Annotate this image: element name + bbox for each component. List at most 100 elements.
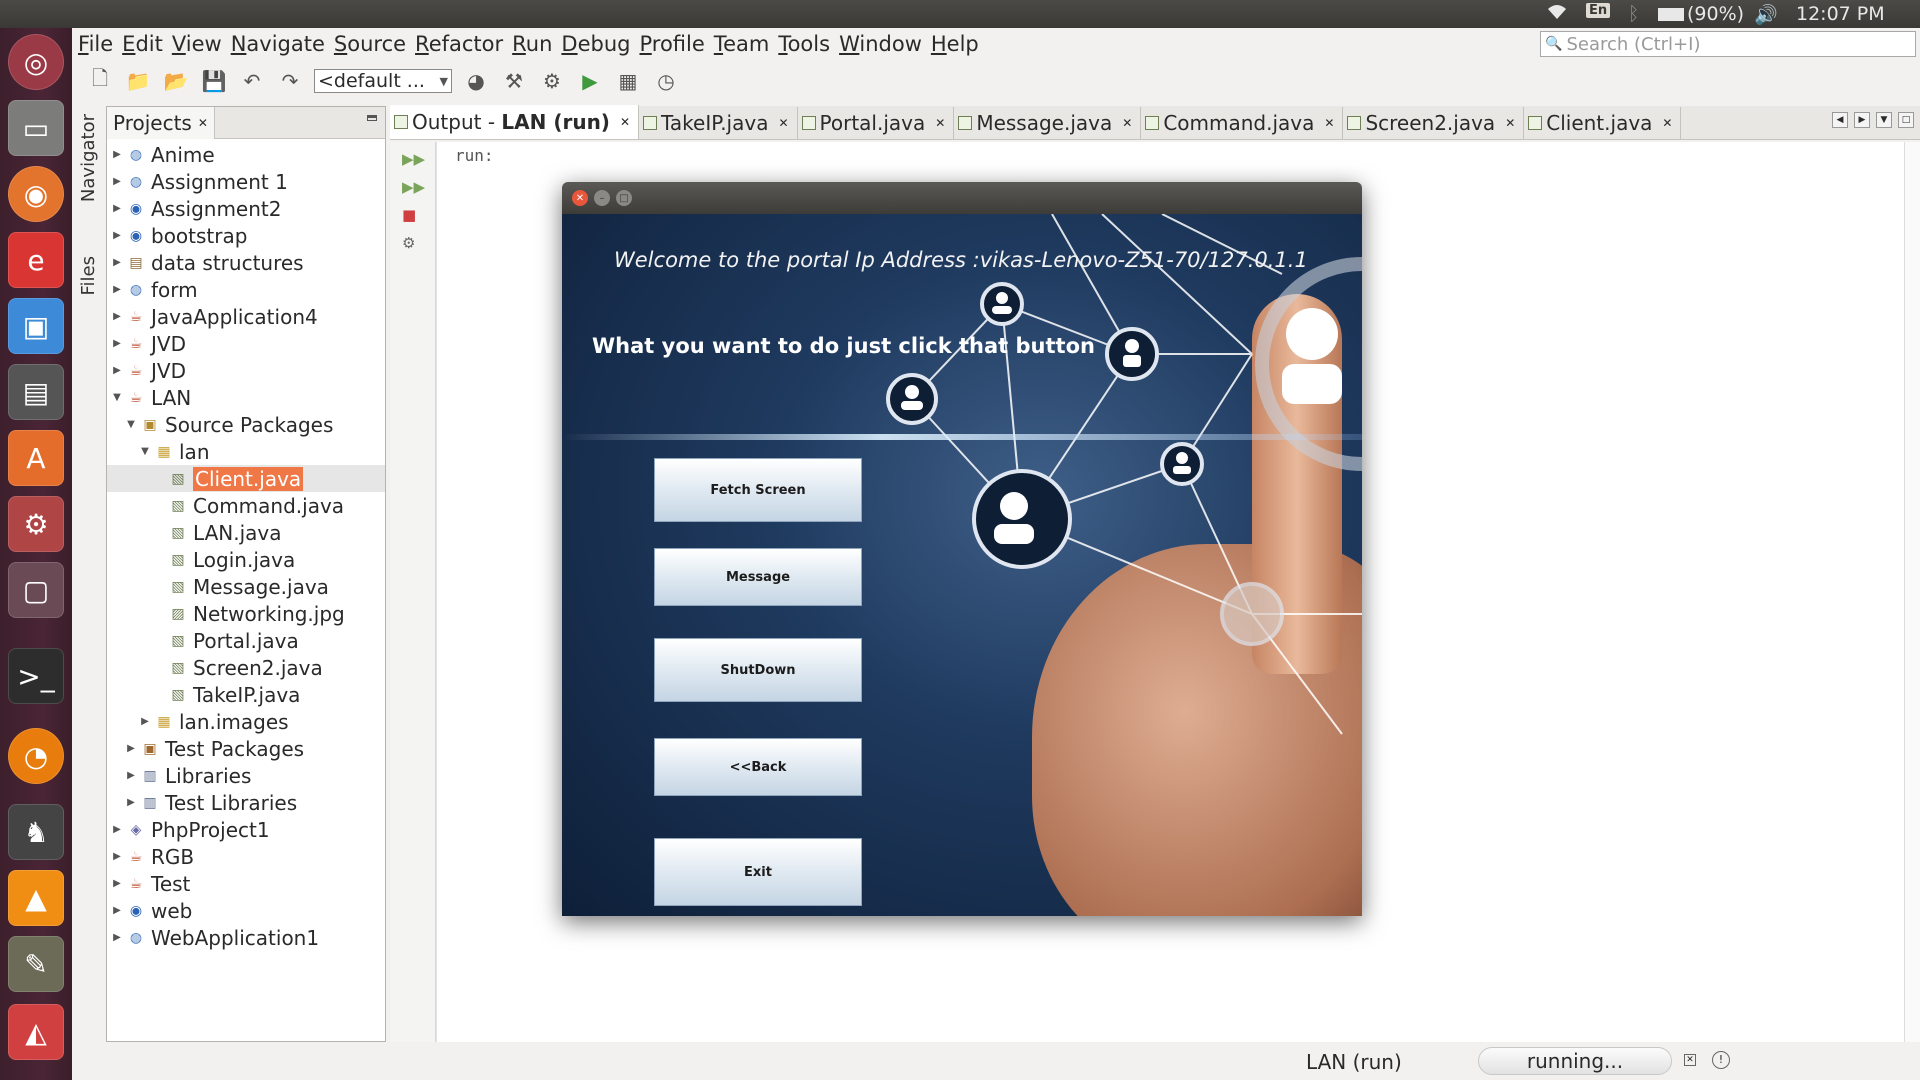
tree-node[interactable]: ▼ ▦ lan xyxy=(107,438,385,465)
close-icon[interactable]: ✕ xyxy=(572,190,588,206)
tab-output-lan-run[interactable]: Output - LAN (run) ✕ xyxy=(390,105,640,139)
tree-node[interactable]: ▶ ◍ Assignment 1 xyxy=(107,168,385,195)
tab-screen2[interactable]: Screen2.java ✕ xyxy=(1343,107,1525,139)
ubuntu-logo-icon[interactable]: ◎ xyxy=(8,34,64,90)
close-icon[interactable]: ✕ xyxy=(620,115,630,129)
expanded-chevron-icon[interactable]: ▼ xyxy=(139,446,151,457)
tree-node[interactable]: ▶ ◉ web xyxy=(107,897,385,924)
libreoffice-icon[interactable]: e xyxy=(8,232,64,288)
keyboard-layout-indicator[interactable]: En xyxy=(1586,3,1611,18)
exit-button[interactable]: Exit xyxy=(654,838,862,906)
tree-node[interactable]: ▧ TakeIP.java xyxy=(107,681,385,708)
collapsed-chevron-icon[interactable]: ▶ xyxy=(111,878,123,889)
collapsed-chevron-icon[interactable]: ▶ xyxy=(111,365,123,376)
collapsed-chevron-icon[interactable]: ▶ xyxy=(111,932,123,943)
shutdown-button[interactable]: ShutDown xyxy=(654,638,862,702)
menu-file[interactable]: File xyxy=(78,32,113,56)
collapsed-chevron-icon[interactable]: ▶ xyxy=(111,311,123,322)
menu-view[interactable]: View xyxy=(172,32,222,56)
close-icon[interactable]: ✕ xyxy=(1324,116,1334,130)
menu-team[interactable]: Team xyxy=(714,32,770,56)
software-center-icon[interactable]: A xyxy=(8,430,64,486)
tab-projects[interactable]: Projects ✕ xyxy=(107,106,215,139)
tree-node[interactable]: ▶ ☕ Test xyxy=(107,870,385,897)
message-button[interactable]: Message xyxy=(654,548,862,606)
collapsed-chevron-icon[interactable]: ▶ xyxy=(125,770,137,781)
java-duke-icon[interactable]: ◭ xyxy=(8,1004,64,1060)
scroll-left-icon[interactable]: ◀ xyxy=(1832,112,1848,128)
video-editor-icon[interactable]: ▤ xyxy=(8,364,64,420)
tree-node[interactable]: ▨ Networking.jpg xyxy=(107,600,385,627)
debug-icon[interactable]: ▦ xyxy=(614,67,642,95)
collapsed-chevron-icon[interactable]: ▶ xyxy=(111,203,123,214)
close-icon[interactable]: ✕ xyxy=(1122,116,1132,130)
rerun-with-params-icon[interactable]: ▶▶ xyxy=(402,178,425,196)
close-icon[interactable]: ✕ xyxy=(1662,116,1672,130)
menu-source[interactable]: Source xyxy=(334,32,406,56)
settings-icon[interactable]: ⚙ xyxy=(402,234,415,252)
status-run-label[interactable]: LAN (run) xyxy=(1306,1050,1402,1074)
tree-node[interactable]: ▶ ◈ PhpProject1 xyxy=(107,816,385,843)
tab-list-icon[interactable]: ▼ xyxy=(1876,112,1892,128)
tree-node[interactable]: ▧ Message.java xyxy=(107,573,385,600)
expanded-chevron-icon[interactable]: ▼ xyxy=(111,392,123,403)
tree-node[interactable]: ▧ Portal.java xyxy=(107,627,385,654)
back-button[interactable]: <<Back xyxy=(654,738,862,796)
menu-refactor[interactable]: Refactor xyxy=(415,32,503,56)
new-file-icon[interactable]: 🗋 xyxy=(86,66,114,95)
tab-navigator[interactable]: Navigator xyxy=(78,114,99,202)
new-project-icon[interactable]: 📁 xyxy=(124,67,152,95)
clean-build-icon[interactable]: ⚙ xyxy=(538,67,566,95)
window-titlebar[interactable]: ✕ – □ xyxy=(562,182,1362,214)
undo-icon[interactable]: ↶ xyxy=(238,67,266,95)
tree-node[interactable]: ▶ ▥ Libraries xyxy=(107,762,385,789)
virtualbox-icon[interactable]: ▣ xyxy=(8,298,64,354)
expanded-chevron-icon[interactable]: ▼ xyxy=(125,419,137,430)
stop-icon[interactable]: ■ xyxy=(402,206,416,224)
cancel-icon[interactable]: ✕ xyxy=(1684,1054,1696,1066)
menu-help[interactable]: Help xyxy=(931,32,979,56)
menu-edit[interactable]: Edit xyxy=(122,32,163,56)
close-icon[interactable]: ✕ xyxy=(935,116,945,130)
tree-node[interactable]: ▧ LAN.java xyxy=(107,519,385,546)
menu-profile[interactable]: Profile xyxy=(639,32,704,56)
collapsed-chevron-icon[interactable]: ▶ xyxy=(125,743,137,754)
tree-node[interactable]: ▶ ▦ lan.images xyxy=(107,708,385,735)
notifications-icon[interactable]: ! xyxy=(1712,1051,1730,1069)
progress-bar[interactable]: running... xyxy=(1478,1047,1672,1075)
menu-window[interactable]: Window xyxy=(839,32,922,56)
tree-node[interactable]: ▶ ▤ data structures xyxy=(107,249,385,276)
terminal-icon[interactable]: >_ xyxy=(8,648,64,704)
search-input[interactable]: 🔍 Search (Ctrl+I) xyxy=(1540,31,1916,57)
close-icon[interactable]: ✕ xyxy=(1505,116,1515,130)
files-icon[interactable]: ▭ xyxy=(8,100,64,156)
scroll-right-icon[interactable]: ▶ xyxy=(1854,112,1870,128)
profile-icon[interactable]: ◷ xyxy=(652,67,680,95)
collapsed-chevron-icon[interactable]: ▶ xyxy=(125,797,137,808)
close-icon[interactable]: ✕ xyxy=(778,116,788,130)
collapsed-chevron-icon[interactable]: ▶ xyxy=(111,230,123,241)
chess-icon[interactable]: ♞ xyxy=(8,804,64,860)
blender-icon[interactable]: ◔ xyxy=(8,728,64,784)
collapsed-chevron-icon[interactable]: ▶ xyxy=(111,851,123,862)
minimize-icon[interactable]: – xyxy=(594,190,610,206)
close-icon[interactable]: ✕ xyxy=(198,116,208,130)
tree-node[interactable]: ▶ ☕ RGB xyxy=(107,843,385,870)
tree-node[interactable]: ▧ Command.java xyxy=(107,492,385,519)
firefox-icon[interactable]: ◉ xyxy=(8,166,64,222)
tree-node[interactable]: ▶ ☕ JVD xyxy=(107,357,385,384)
clock[interactable]: 12:07 PM xyxy=(1796,3,1885,25)
tree-node[interactable]: ▶ ◍ Anime xyxy=(107,141,385,168)
collapsed-chevron-icon[interactable]: ▶ xyxy=(111,176,123,187)
settings-gear-icon[interactable]: ⚙ xyxy=(8,496,64,552)
tab-takeip[interactable]: TakeIP.java ✕ xyxy=(639,107,798,139)
collapsed-chevron-icon[interactable]: ▶ xyxy=(111,338,123,349)
menu-navigate[interactable]: Navigate xyxy=(231,32,325,56)
scrollbar[interactable] xyxy=(1904,142,1920,1042)
tree-node[interactable]: ▶ ◍ WebApplication1 xyxy=(107,924,385,951)
save-all-icon[interactable]: 💾 xyxy=(200,67,228,95)
vlc-icon[interactable]: ▲ xyxy=(8,870,64,926)
bluetooth-icon[interactable]: ᛒ xyxy=(1628,3,1639,25)
tab-portal[interactable]: Portal.java ✕ xyxy=(798,107,955,139)
menu-run[interactable]: Run xyxy=(512,32,552,56)
